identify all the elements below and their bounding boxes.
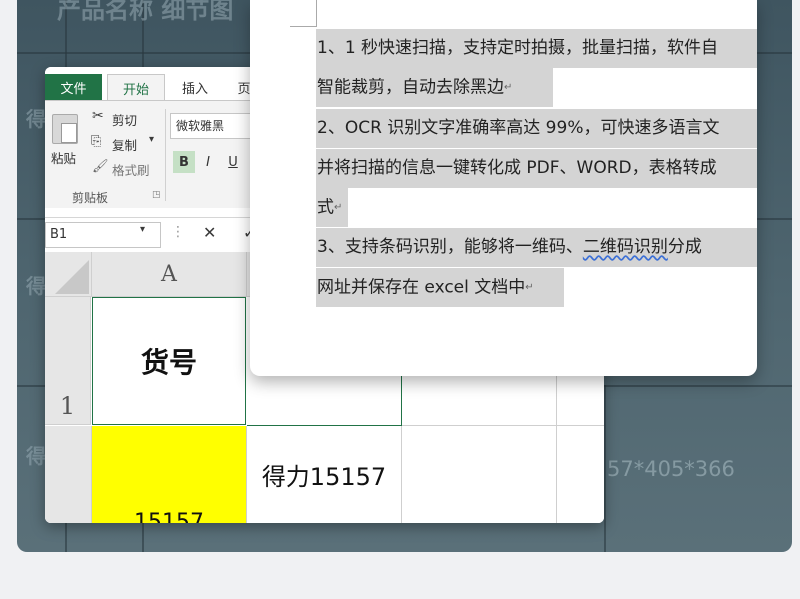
- background-row-label: 得: [26, 107, 46, 131]
- table-line: [604, 385, 606, 552]
- underline-button[interactable]: U: [222, 151, 244, 173]
- select-all-corner[interactable]: [45, 252, 92, 297]
- margin-crop-mark: [316, 0, 317, 26]
- cell-d2[interactable]: [557, 426, 604, 523]
- tab-home[interactable]: 开始: [107, 74, 165, 101]
- format-painter-button[interactable]: 格式刷: [112, 160, 150, 179]
- doc-line-spellcheck-text: 二维码识别: [582, 237, 668, 257]
- cell-b2[interactable]: 得力15157: [247, 426, 402, 523]
- doc-line[interactable]: 1、1 秒快速扫描，支持定时拍摄，批量扫描，软件自: [316, 29, 757, 68]
- doc-line[interactable]: 2、OCR 识别文字准确率高达 99%，可快速多语言文: [316, 109, 757, 148]
- background-row-label: 得: [26, 444, 46, 468]
- dialog-launcher-icon[interactable]: ◳: [152, 190, 161, 200]
- margin-crop-mark: [290, 26, 317, 27]
- row-header-1[interactable]: 1: [45, 297, 91, 425]
- chevron-down-icon[interactable]: ▾: [149, 134, 154, 145]
- paste-icon[interactable]: [52, 114, 78, 144]
- corner-triangle-icon: [55, 260, 89, 294]
- doc-line[interactable]: 并将扫描的信息一键转化成 PDF、WORD，表格转成: [316, 149, 757, 188]
- row-header-2[interactable]: [45, 426, 92, 523]
- doc-line-text: 并将扫描的信息一键转化成 PDF、WORD，表格转成: [317, 158, 717, 178]
- copy-icon[interactable]: ⎘: [91, 134, 101, 149]
- format-painter-icon[interactable]: 🖌: [92, 159, 109, 174]
- paragraph-mark-icon: ↵: [504, 82, 513, 93]
- doc-line-text: 1、1 秒快速扫描，支持定时拍摄，批量扫描，软件自: [317, 38, 719, 58]
- more-icon: ⋮: [171, 224, 185, 240]
- doc-line-text: 分成: [667, 237, 702, 257]
- cut-button[interactable]: 剪切: [112, 110, 137, 129]
- bold-button[interactable]: B: [173, 151, 195, 173]
- column-header-a[interactable]: A: [92, 252, 247, 297]
- background-header-text: 产品名称 细节图: [57, 0, 234, 24]
- background-dims-text: 57*405*366: [607, 457, 735, 481]
- doc-line[interactable]: 网址并保存在 excel 文档中↵: [316, 268, 564, 307]
- doc-line-text: 式: [317, 197, 334, 218]
- doc-line-text: 3、支持条码识别，能够将一维码、: [317, 237, 583, 257]
- chevron-down-icon[interactable]: ▾: [140, 224, 145, 235]
- paragraph-mark-icon: ↵: [525, 282, 534, 293]
- cell-c2[interactable]: [402, 426, 557, 523]
- cancel-icon[interactable]: ✕: [203, 223, 216, 242]
- clipboard-group-label: 剪贴板: [72, 191, 109, 205]
- group-divider: [165, 109, 166, 201]
- background-row-label: 得: [26, 274, 46, 298]
- doc-line[interactable]: 智能裁剪，自动去除黑边↵: [316, 68, 553, 107]
- paragraph-mark-icon: ↵: [334, 202, 343, 213]
- paste-label[interactable]: 粘贴: [51, 148, 76, 167]
- cell-a2[interactable]: 15157: [92, 426, 247, 523]
- cell-a2-value: 15157: [134, 510, 204, 523]
- cell-a1[interactable]: 货号: [92, 297, 246, 425]
- doc-line-text: 智能裁剪，自动去除黑边: [317, 77, 504, 98]
- copy-button[interactable]: 复制: [112, 135, 137, 154]
- scissors-icon[interactable]: ✂: [92, 108, 104, 124]
- tab-file[interactable]: 文件: [45, 74, 102, 100]
- doc-line-text: 网址并保存在 excel 文档中: [317, 277, 526, 298]
- tab-insert[interactable]: 插入: [173, 74, 217, 100]
- doc-line[interactable]: 式↵: [316, 188, 348, 227]
- italic-button[interactable]: I: [197, 151, 219, 173]
- doc-line[interactable]: 3、支持条码识别，能够将一维码、二维码识别分成: [316, 228, 757, 267]
- doc-line-text: 2、OCR 识别文字准确率高达 99%，可快速多语言文: [317, 118, 720, 138]
